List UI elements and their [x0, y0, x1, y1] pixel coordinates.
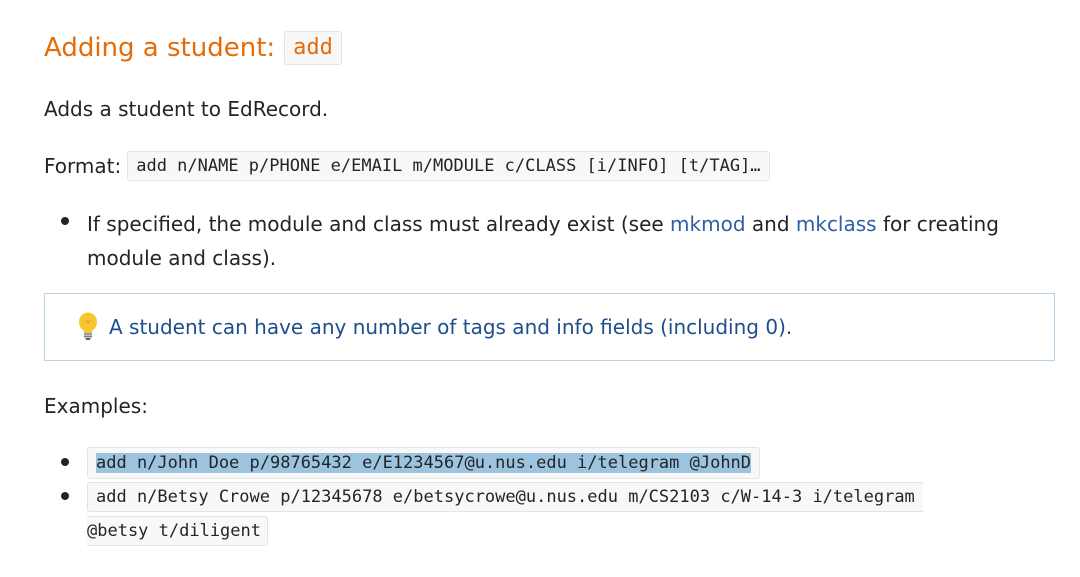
example-code-2-line-2: @betsy t/diligent [87, 516, 268, 546]
note-list-item: If specified, the module and class must … [87, 207, 1017, 275]
format-line: Format: add n/NAME p/PHONE e/EMAIL m/MOD… [44, 151, 770, 181]
tip-callout: A student can have any number of tags an… [44, 293, 1055, 361]
format-code: add n/NAME p/PHONE e/EMAIL m/MODULE c/CL… [127, 151, 770, 181]
selected-example-text: add n/John Doe p/98765432 e/E1234567@u.n… [96, 453, 752, 473]
example-code-2-line-1: add n/Betsy Crowe p/12345678 e/betsycrow… [87, 482, 923, 512]
note-text-before: If specified, the module and class must … [87, 212, 671, 236]
heading-command-code: add [284, 31, 342, 65]
mkclass-link[interactable]: mkclass [796, 212, 877, 236]
examples-label: Examples: [44, 394, 148, 418]
mkmod-link[interactable]: mkmod [670, 212, 745, 236]
bullet-dot [61, 492, 69, 500]
example-code-1: add n/John Doe p/98765432 e/E1234567@u.n… [87, 447, 761, 479]
format-label: Format: [44, 154, 122, 178]
command-description: Adds a student to EdRecord. [44, 97, 329, 121]
section-heading: Adding a student: add [44, 28, 342, 68]
doc-page: Adding a student: add Adds a student to … [0, 0, 1080, 577]
heading-text: Adding a student: [44, 33, 276, 63]
note-text-middle: and [745, 212, 796, 236]
bullet-dot [61, 217, 69, 225]
lightbulb-icon [77, 312, 99, 342]
bullet-dot [61, 458, 69, 466]
tip-text: A student can have any number of tags an… [109, 315, 793, 339]
